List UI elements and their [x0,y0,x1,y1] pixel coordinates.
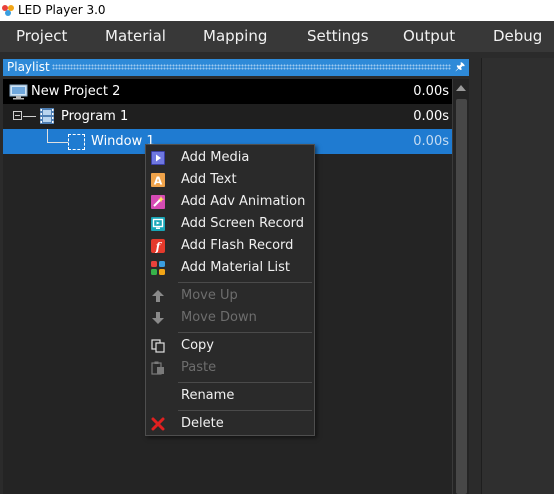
screen-record-icon [151,217,165,231]
paste-label: Paste [181,360,217,375]
playlist-title: Playlist [7,60,50,74]
add-text-label: Add Text [181,172,237,187]
menu-separator [178,332,312,333]
add-screen-record-label: Add Screen Record [181,216,305,231]
flash-icon: f [151,239,165,253]
monitor-icon [9,84,28,100]
window-title: LED Player 3.0 [18,3,106,17]
paste-icon [151,361,164,375]
svg-text:A: A [154,175,163,188]
delete-x-icon [151,417,165,431]
right-panel [481,58,554,494]
menu-move-down[interactable]: Move Down [146,307,314,329]
scroll-thumb[interactable] [456,99,467,494]
move-down-label: Move Down [181,310,257,325]
window-duration: 0.00s [413,134,449,149]
menu-project[interactable]: Project [16,21,67,52]
menu-rename[interactable]: Rename [146,385,314,407]
add-media-label: Add Media [181,150,250,165]
add-flash-record-label: Add Flash Record [181,238,294,253]
copy-icon [151,339,165,353]
magic-wand-icon [151,195,165,209]
menu-add-text[interactable]: A Add Text [146,169,314,191]
menu-delete[interactable]: Delete [146,413,314,435]
add-adv-animation-label: Add Adv Animation [181,194,306,209]
menu-add-material-list[interactable]: Add Material List [146,257,314,279]
film-icon [40,108,54,124]
menu-copy[interactable]: Copy [146,335,314,357]
delete-label: Delete [181,416,224,431]
copy-label: Copy [181,338,214,353]
add-material-list-label: Add Material List [181,260,290,275]
collapse-icon[interactable] [13,111,22,120]
window-frame-icon [68,134,85,150]
tree-item-project[interactable]: New Project 2 0.00s [3,79,452,104]
tree-connector [47,142,68,143]
panel-gutter [469,58,481,494]
menu-add-media[interactable]: Add Media [146,147,314,169]
project-duration: 0.00s [413,84,449,99]
program-duration: 0.00s [413,109,449,124]
menu-add-flash-record[interactable]: f Add Flash Record [146,235,314,257]
arrow-down-icon [152,312,164,324]
move-up-label: Move Up [181,288,238,303]
rename-label: Rename [181,388,235,403]
tree-item-program[interactable]: Program 1 0.00s [3,104,452,129]
tree-connector [23,116,36,117]
menu-material[interactable]: Material [105,21,166,52]
menu-paste[interactable]: Paste [146,357,314,379]
menu-output[interactable]: Output [403,21,455,52]
scroll-up-arrow-icon[interactable] [453,79,469,97]
menu-separator [178,282,312,283]
text-icon: A [151,173,165,187]
tree-connector-vertical [47,129,48,142]
project-name: New Project 2 [31,84,121,99]
menu-add-screen-record[interactable]: Add Screen Record [146,213,314,235]
title-bar: LED Player 3.0 [0,0,554,21]
program-name: Program 1 [61,109,129,124]
menu-bar: Project Material Mapping Settings Output… [0,21,554,52]
playlist-scrollbar[interactable] [452,79,469,494]
menu-debug[interactable]: Debug [493,21,542,52]
header-grip [52,64,451,70]
menu-settings[interactable]: Settings [307,21,369,52]
menu-add-adv-animation[interactable]: Add Adv Animation [146,191,314,213]
media-icon [151,151,165,165]
arrow-up-icon [152,290,164,302]
menu-separator [178,382,312,383]
material-list-icon [151,261,165,275]
menu-separator [178,410,312,411]
pin-icon[interactable]: 🖈 [455,60,465,74]
menu-mapping[interactable]: Mapping [203,21,267,52]
app-logo-icon [2,5,14,16]
menu-move-up[interactable]: Move Up [146,285,314,307]
playlist-header[interactable]: Playlist 🖈 [3,59,469,76]
context-menu: Add Media A Add Text Add Adv Animation A… [145,144,315,436]
